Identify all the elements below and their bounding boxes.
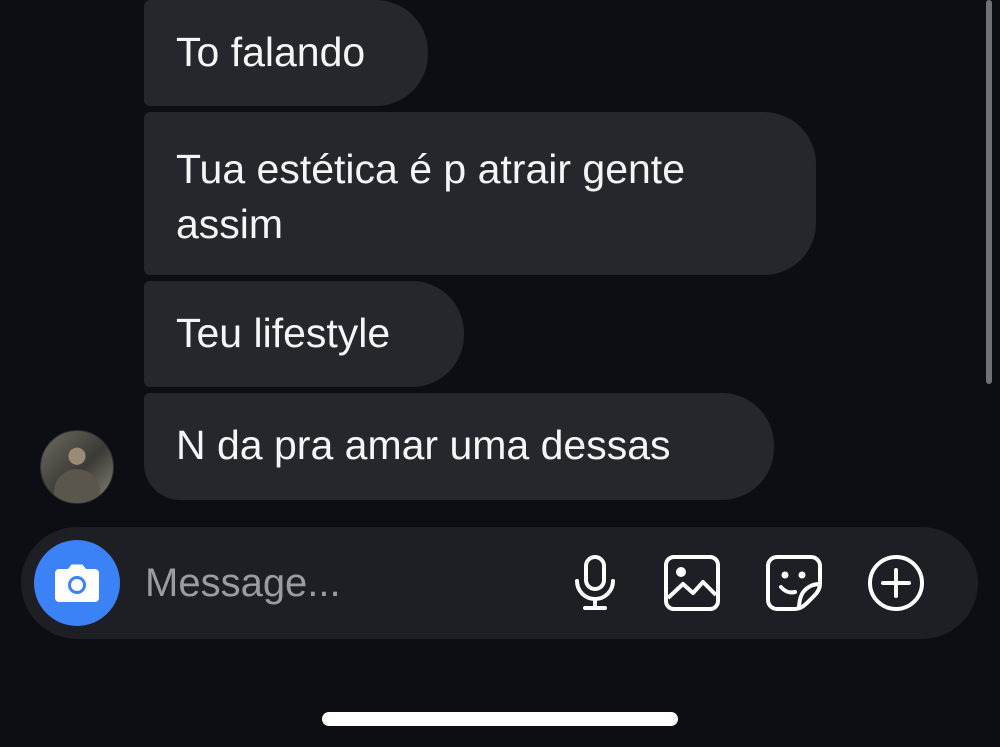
- sticker-icon: [766, 555, 822, 611]
- sticker-button[interactable]: [764, 553, 824, 613]
- message-text: To falando: [176, 29, 366, 75]
- message-bubble[interactable]: Tua estética é p atrair gente assim: [144, 112, 816, 275]
- message-text: N da pra amar uma dessas: [176, 422, 671, 468]
- message-input[interactable]: Message...: [145, 527, 341, 639]
- message-composer: Message...: [21, 527, 978, 639]
- gallery-icon: [664, 555, 720, 611]
- message-bubble[interactable]: Teu lifestyle: [144, 281, 464, 387]
- scrollbar[interactable]: [986, 0, 992, 384]
- microphone-icon: [575, 555, 615, 610]
- message-text: Tua estética é p atrair gente assim: [176, 146, 685, 247]
- plus-circle-icon: [868, 555, 924, 611]
- avatar[interactable]: [40, 430, 114, 504]
- camera-icon: [55, 564, 99, 602]
- home-indicator: [322, 712, 678, 726]
- message-bubble[interactable]: N da pra amar uma dessas: [144, 393, 774, 500]
- message-text: Teu lifestyle: [176, 310, 391, 356]
- more-options-button[interactable]: [866, 553, 926, 613]
- camera-button[interactable]: [34, 540, 120, 626]
- message-bubble[interactable]: To falando: [144, 0, 428, 106]
- microphone-button[interactable]: [565, 553, 625, 613]
- gallery-button[interactable]: [662, 553, 722, 613]
